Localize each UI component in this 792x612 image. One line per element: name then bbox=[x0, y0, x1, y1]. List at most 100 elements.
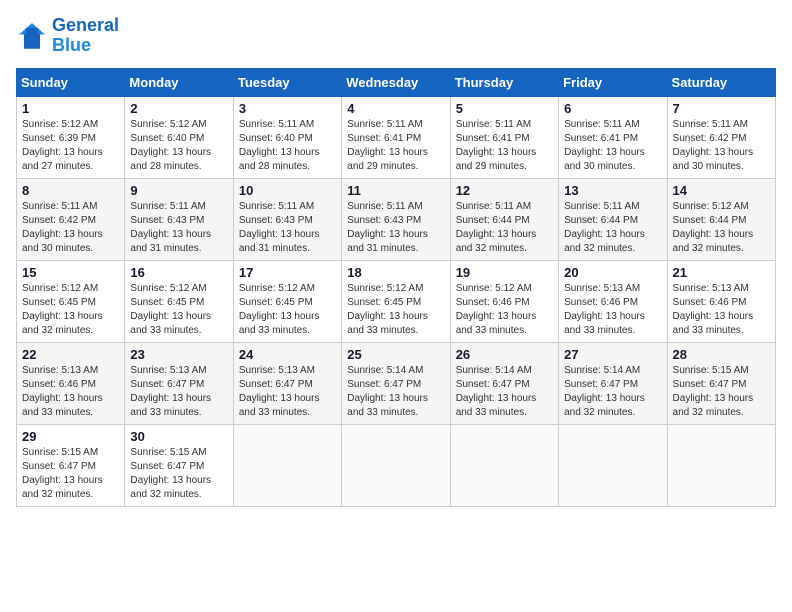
column-header-tuesday: Tuesday bbox=[233, 68, 341, 96]
calendar-cell: 8 Sunrise: 5:11 AMSunset: 6:42 PMDayligh… bbox=[17, 178, 125, 260]
day-number: 24 bbox=[239, 347, 336, 362]
day-number: 28 bbox=[673, 347, 770, 362]
calendar-cell: 17 Sunrise: 5:12 AMSunset: 6:45 PMDaylig… bbox=[233, 260, 341, 342]
column-header-saturday: Saturday bbox=[667, 68, 775, 96]
calendar-cell: 11 Sunrise: 5:11 AMSunset: 6:43 PMDaylig… bbox=[342, 178, 450, 260]
calendar-cell: 27 Sunrise: 5:14 AMSunset: 6:47 PMDaylig… bbox=[559, 342, 667, 424]
page-header: General Blue bbox=[16, 16, 776, 56]
calendar-cell: 20 Sunrise: 5:13 AMSunset: 6:46 PMDaylig… bbox=[559, 260, 667, 342]
day-number: 1 bbox=[22, 101, 119, 116]
calendar-cell: 25 Sunrise: 5:14 AMSunset: 6:47 PMDaylig… bbox=[342, 342, 450, 424]
calendar-week-row: 1 Sunrise: 5:12 AMSunset: 6:39 PMDayligh… bbox=[17, 96, 776, 178]
day-number: 10 bbox=[239, 183, 336, 198]
day-number: 18 bbox=[347, 265, 444, 280]
calendar-cell: 30 Sunrise: 5:15 AMSunset: 6:47 PMDaylig… bbox=[125, 424, 233, 506]
day-info: Sunrise: 5:14 AMSunset: 6:47 PMDaylight:… bbox=[564, 365, 645, 418]
calendar-cell bbox=[233, 424, 341, 506]
day-number: 20 bbox=[564, 265, 661, 280]
day-info: Sunrise: 5:12 AMSunset: 6:46 PMDaylight:… bbox=[456, 283, 537, 336]
logo-icon bbox=[16, 20, 48, 52]
day-info: Sunrise: 5:11 AMSunset: 6:44 PMDaylight:… bbox=[564, 201, 645, 254]
day-number: 21 bbox=[673, 265, 770, 280]
calendar-cell bbox=[667, 424, 775, 506]
day-number: 11 bbox=[347, 183, 444, 198]
calendar-cell: 4 Sunrise: 5:11 AMSunset: 6:41 PMDayligh… bbox=[342, 96, 450, 178]
calendar-cell bbox=[559, 424, 667, 506]
calendar-cell: 9 Sunrise: 5:11 AMSunset: 6:43 PMDayligh… bbox=[125, 178, 233, 260]
day-number: 19 bbox=[456, 265, 553, 280]
day-number: 5 bbox=[456, 101, 553, 116]
day-info: Sunrise: 5:15 AMSunset: 6:47 PMDaylight:… bbox=[130, 447, 211, 500]
day-number: 3 bbox=[239, 101, 336, 116]
calendar-header-row: SundayMondayTuesdayWednesdayThursdayFrid… bbox=[17, 68, 776, 96]
day-number: 25 bbox=[347, 347, 444, 362]
day-info: Sunrise: 5:13 AMSunset: 6:46 PMDaylight:… bbox=[673, 283, 754, 336]
day-info: Sunrise: 5:13 AMSunset: 6:46 PMDaylight:… bbox=[564, 283, 645, 336]
day-number: 27 bbox=[564, 347, 661, 362]
calendar-cell: 19 Sunrise: 5:12 AMSunset: 6:46 PMDaylig… bbox=[450, 260, 558, 342]
day-info: Sunrise: 5:13 AMSunset: 6:46 PMDaylight:… bbox=[22, 365, 103, 418]
calendar-cell: 3 Sunrise: 5:11 AMSunset: 6:40 PMDayligh… bbox=[233, 96, 341, 178]
calendar-cell: 26 Sunrise: 5:14 AMSunset: 6:47 PMDaylig… bbox=[450, 342, 558, 424]
calendar-week-row: 22 Sunrise: 5:13 AMSunset: 6:46 PMDaylig… bbox=[17, 342, 776, 424]
day-number: 7 bbox=[673, 101, 770, 116]
calendar-cell: 1 Sunrise: 5:12 AMSunset: 6:39 PMDayligh… bbox=[17, 96, 125, 178]
calendar-cell: 7 Sunrise: 5:11 AMSunset: 6:42 PMDayligh… bbox=[667, 96, 775, 178]
day-info: Sunrise: 5:13 AMSunset: 6:47 PMDaylight:… bbox=[239, 365, 320, 418]
calendar-cell: 24 Sunrise: 5:13 AMSunset: 6:47 PMDaylig… bbox=[233, 342, 341, 424]
day-info: Sunrise: 5:12 AMSunset: 6:45 PMDaylight:… bbox=[239, 283, 320, 336]
day-info: Sunrise: 5:14 AMSunset: 6:47 PMDaylight:… bbox=[456, 365, 537, 418]
day-number: 9 bbox=[130, 183, 227, 198]
calendar-table: SundayMondayTuesdayWednesdayThursdayFrid… bbox=[16, 68, 776, 507]
day-info: Sunrise: 5:12 AMSunset: 6:45 PMDaylight:… bbox=[130, 283, 211, 336]
calendar-cell: 22 Sunrise: 5:13 AMSunset: 6:46 PMDaylig… bbox=[17, 342, 125, 424]
day-info: Sunrise: 5:11 AMSunset: 6:41 PMDaylight:… bbox=[564, 119, 645, 172]
calendar-week-row: 15 Sunrise: 5:12 AMSunset: 6:45 PMDaylig… bbox=[17, 260, 776, 342]
calendar-cell: 5 Sunrise: 5:11 AMSunset: 6:41 PMDayligh… bbox=[450, 96, 558, 178]
logo: General Blue bbox=[16, 16, 119, 56]
day-info: Sunrise: 5:11 AMSunset: 6:44 PMDaylight:… bbox=[456, 201, 537, 254]
day-number: 23 bbox=[130, 347, 227, 362]
day-info: Sunrise: 5:11 AMSunset: 6:43 PMDaylight:… bbox=[347, 201, 428, 254]
day-number: 14 bbox=[673, 183, 770, 198]
calendar-cell: 28 Sunrise: 5:15 AMSunset: 6:47 PMDaylig… bbox=[667, 342, 775, 424]
day-info: Sunrise: 5:12 AMSunset: 6:39 PMDaylight:… bbox=[22, 119, 103, 172]
calendar-cell bbox=[450, 424, 558, 506]
calendar-cell: 2 Sunrise: 5:12 AMSunset: 6:40 PMDayligh… bbox=[125, 96, 233, 178]
day-info: Sunrise: 5:14 AMSunset: 6:47 PMDaylight:… bbox=[347, 365, 428, 418]
day-info: Sunrise: 5:11 AMSunset: 6:41 PMDaylight:… bbox=[347, 119, 428, 172]
day-number: 16 bbox=[130, 265, 227, 280]
day-number: 8 bbox=[22, 183, 119, 198]
day-number: 15 bbox=[22, 265, 119, 280]
day-info: Sunrise: 5:12 AMSunset: 6:45 PMDaylight:… bbox=[22, 283, 103, 336]
calendar-cell: 29 Sunrise: 5:15 AMSunset: 6:47 PMDaylig… bbox=[17, 424, 125, 506]
day-info: Sunrise: 5:12 AMSunset: 6:40 PMDaylight:… bbox=[130, 119, 211, 172]
day-number: 2 bbox=[130, 101, 227, 116]
calendar-cell: 21 Sunrise: 5:13 AMSunset: 6:46 PMDaylig… bbox=[667, 260, 775, 342]
day-number: 6 bbox=[564, 101, 661, 116]
calendar-cell: 10 Sunrise: 5:11 AMSunset: 6:43 PMDaylig… bbox=[233, 178, 341, 260]
day-number: 4 bbox=[347, 101, 444, 116]
day-info: Sunrise: 5:12 AMSunset: 6:44 PMDaylight:… bbox=[673, 201, 754, 254]
column-header-friday: Friday bbox=[559, 68, 667, 96]
column-header-sunday: Sunday bbox=[17, 68, 125, 96]
day-info: Sunrise: 5:13 AMSunset: 6:47 PMDaylight:… bbox=[130, 365, 211, 418]
day-number: 22 bbox=[22, 347, 119, 362]
day-info: Sunrise: 5:15 AMSunset: 6:47 PMDaylight:… bbox=[22, 447, 103, 500]
day-info: Sunrise: 5:11 AMSunset: 6:43 PMDaylight:… bbox=[239, 201, 320, 254]
calendar-cell: 16 Sunrise: 5:12 AMSunset: 6:45 PMDaylig… bbox=[125, 260, 233, 342]
calendar-cell: 15 Sunrise: 5:12 AMSunset: 6:45 PMDaylig… bbox=[17, 260, 125, 342]
day-info: Sunrise: 5:12 AMSunset: 6:45 PMDaylight:… bbox=[347, 283, 428, 336]
day-number: 29 bbox=[22, 429, 119, 444]
calendar-cell: 18 Sunrise: 5:12 AMSunset: 6:45 PMDaylig… bbox=[342, 260, 450, 342]
day-info: Sunrise: 5:11 AMSunset: 6:42 PMDaylight:… bbox=[673, 119, 754, 172]
calendar-cell: 13 Sunrise: 5:11 AMSunset: 6:44 PMDaylig… bbox=[559, 178, 667, 260]
calendar-cell bbox=[342, 424, 450, 506]
day-number: 26 bbox=[456, 347, 553, 362]
logo-text: General Blue bbox=[52, 16, 119, 56]
calendar-week-row: 8 Sunrise: 5:11 AMSunset: 6:42 PMDayligh… bbox=[17, 178, 776, 260]
day-info: Sunrise: 5:11 AMSunset: 6:42 PMDaylight:… bbox=[22, 201, 103, 254]
day-number: 17 bbox=[239, 265, 336, 280]
day-info: Sunrise: 5:11 AMSunset: 6:40 PMDaylight:… bbox=[239, 119, 320, 172]
day-info: Sunrise: 5:11 AMSunset: 6:41 PMDaylight:… bbox=[456, 119, 537, 172]
